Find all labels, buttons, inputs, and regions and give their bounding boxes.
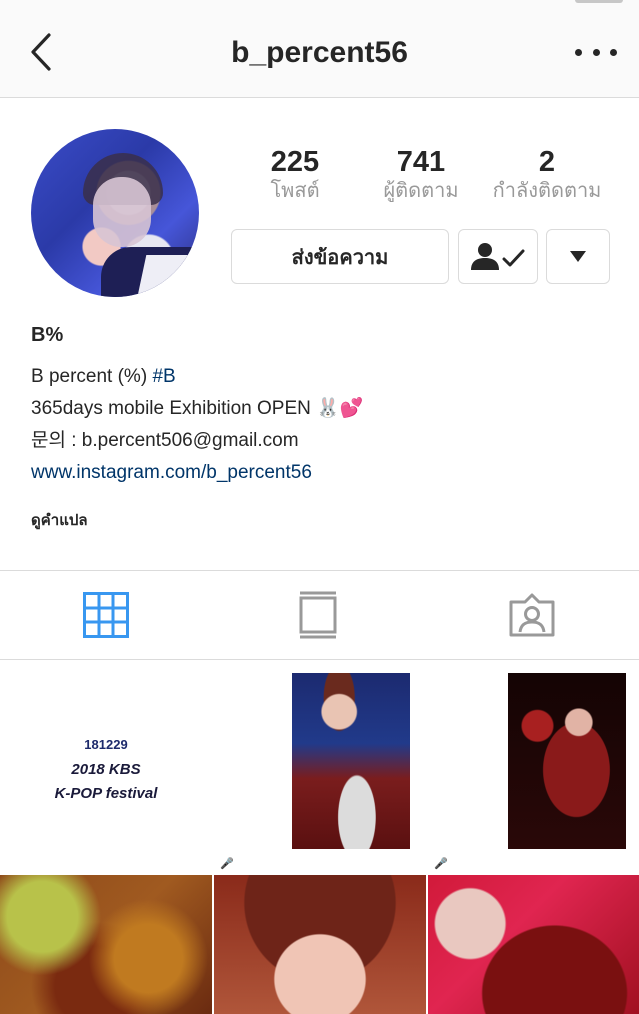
posts-count-label: โพสต์ [270,180,320,202]
profile-stats: 225 โพสต์ 741 ผู้ติดตาม 2 กำลังติดตาม [232,146,610,208]
message-button[interactable]: ส่งข้อความ [231,229,449,284]
more-options-button[interactable] [575,38,617,66]
tab-tagged[interactable] [508,591,556,639]
bio-website-link[interactable]: www.instagram.com/b_percent56 [31,457,611,489]
tagged-icon [509,593,555,637]
following-button[interactable] [458,229,538,284]
following-count-label: กำลังติดตาม [492,180,602,202]
post-title-text: 2018 KBS [71,761,141,778]
bio-text: B percent (%) [31,366,153,387]
post-thumbnail[interactable]: 🎤 [214,661,426,873]
post-thumbnail[interactable]: 🎤 [428,661,639,873]
following-count[interactable]: 2 กำลังติดตาม [484,146,610,208]
profile-username-title: b_percent56 [231,36,408,69]
more-dot-icon [592,48,600,56]
chevron-left-icon [31,33,51,71]
post-photo [508,673,626,849]
post-subtitle-text: K-POP festival [54,785,158,802]
status-indicator [575,0,623,3]
profile-bio: B% B percent (%) #B 365days mobile Exhib… [31,322,611,489]
followers-count-label: ผู้ติดตาม [383,180,459,202]
grid-icon [83,592,129,638]
post-grid: 181229 2018 KBS K-POP festival 🎤 🎤 [0,661,639,1014]
see-translation-link[interactable]: ดูคำแปล [31,508,88,532]
following-count-value: 2 [538,146,556,178]
bio-line-2: 365days mobile Exhibition OPEN 🐰💕 [31,393,611,425]
post-photo [0,875,212,1014]
post-thumbnail[interactable] [0,875,212,1014]
microphone-icon: 🎤 [220,858,234,870]
bio-line-3: 문의 : b.percent506@gmail.com [31,430,299,452]
post-thumbnail[interactable] [428,875,639,1014]
tab-feed[interactable] [294,591,342,639]
profile-display-name: B% [31,324,64,346]
posts-count-value: 225 [270,146,320,178]
post-thumbnail[interactable]: 181229 2018 KBS K-POP festival [0,661,212,873]
feed-icon [299,591,337,639]
bio-text: 365days mobile Exhibition OPEN [31,398,311,420]
bio-line-1: B percent (%) #B [31,361,611,393]
post-photo [428,875,639,1014]
post-photo [214,875,426,1014]
post-date-text: 181229 [84,737,128,752]
tab-grid[interactable] [82,591,130,639]
more-dot-icon [575,48,582,56]
person-check-icon [471,242,525,270]
post-photo [292,673,410,849]
post-thumbnail[interactable] [214,875,426,1014]
suggestions-dropdown-button[interactable] [546,229,610,284]
top-nav-bar: b_percent56 [0,0,639,98]
followers-count-value: 741 [396,146,446,178]
profile-tab-bar [0,570,639,660]
more-dot-icon [610,48,617,56]
bunny-heart-emoji: 🐰💕 [316,398,364,419]
back-button[interactable] [24,30,58,74]
bio-hashtag-link[interactable]: #B [152,366,175,387]
profile-avatar[interactable] [31,129,199,297]
microphone-icon: 🎤 [434,858,448,870]
followers-count[interactable]: 741 ผู้ติดตาม [358,146,484,208]
posts-count[interactable]: 225 โพสต์ [232,146,358,208]
triangle-down-icon [570,250,586,262]
